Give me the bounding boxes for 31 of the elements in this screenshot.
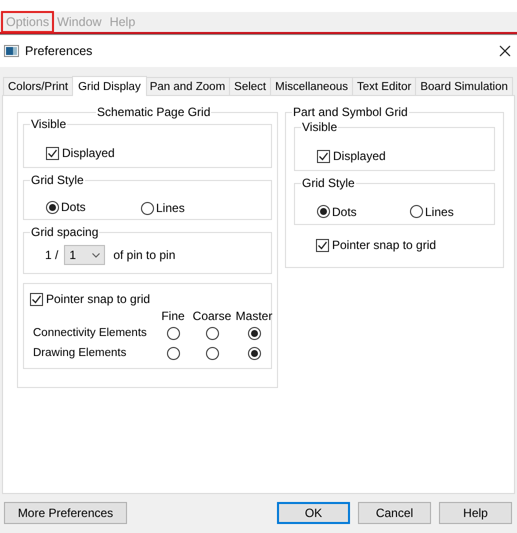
group-title: Schematic Page Grid [96, 105, 212, 119]
dialog-button[interactable]: Help [439, 502, 512, 524]
radio-label: Lines [156, 200, 185, 217]
group-title: Grid Style [30, 173, 85, 187]
group-title: Visible [30, 117, 68, 131]
group-title: Grid spacing [30, 225, 100, 239]
checkbox-label: Displayed [62, 145, 115, 162]
group-title: Grid Style [301, 176, 356, 190]
checkbox-label: Displayed [333, 148, 386, 165]
column-header: Fine [161, 309, 185, 323]
tab[interactable]: Grid Display [72, 76, 147, 96]
radio-label: Dots [332, 204, 357, 220]
row-label: Connectivity Elements [33, 326, 148, 341]
column-header: Coarse [192, 309, 232, 323]
row-label: Drawing Elements [33, 346, 128, 361]
group-title: Part and Symbol Grid [292, 105, 409, 119]
column-header: Master [236, 309, 272, 323]
radio-label: Lines [425, 204, 454, 220]
dialog-button[interactable]: OK [277, 502, 350, 524]
checkbox-label: Pointer snap to grid [46, 291, 150, 308]
checkbox-label: Pointer snap to grid [332, 237, 436, 254]
window-title: Preferences [25, 42, 94, 60]
more-preferences-button[interactable]: More Preferences [4, 502, 127, 524]
group-title: Visible [301, 120, 338, 134]
tab[interactable]: Board Simulation [415, 77, 513, 95]
spacing-suffix: of pin to pin [113, 247, 176, 264]
spacing-prefix: 1 / [45, 247, 58, 264]
dropdown[interactable]: 1 [64, 245, 106, 265]
tab[interactable]: Colors/Print [3, 77, 74, 95]
radio-label: Dots [61, 199, 86, 216]
dialog-button[interactable]: Cancel [358, 502, 431, 524]
